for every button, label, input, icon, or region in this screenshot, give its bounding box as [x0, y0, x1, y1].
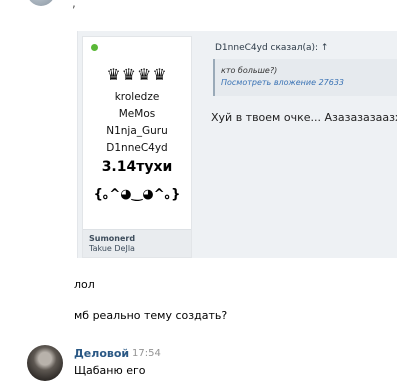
profile-name-line: N1nja_Guru [106, 125, 168, 137]
forum-profile-panel: ♛♛♛♛ kroledze MeMos N1nja_Guru D1nneC4yd… [82, 36, 192, 258]
author-avatar[interactable] [27, 345, 63, 381]
author-name-link[interactable]: Деловой [74, 347, 129, 360]
chat-message: Щабаню его [74, 364, 146, 377]
profile-footer: Sumonerd Takue DeJla [83, 229, 191, 257]
profile-name-line: kroledze [114, 91, 160, 103]
profile-kaomoji: {｡^◕‿◕^｡} [93, 187, 181, 202]
chat-message: мб реально тему создать? [74, 309, 228, 322]
profile-name-line: MeMos [118, 108, 156, 120]
post-body-text: Хуй в твоем очке... Азазазазаазх [211, 111, 397, 124]
profile-subtitle: Takue DeJla [89, 244, 135, 253]
previous-author-avatar[interactable] [27, 0, 55, 6]
chat-message: лол [74, 278, 95, 291]
forum-post-screenshot[interactable]: ♛♛♛♛ kroledze MeMos N1nja_Guru D1nneC4yd… [77, 31, 397, 258]
profile-name-line: D1nneC4yd [106, 142, 168, 154]
message-timestamp[interactable]: 17:54 [132, 348, 161, 359]
profile-title: 3.14тухи [101, 159, 173, 175]
previous-message-fragment: , [72, 0, 76, 10]
quote-block: кто больше?) Посмотреть вложение 27633 [213, 59, 397, 96]
quote-text: кто больше?) [221, 66, 278, 75]
crown-icons: ♛♛♛♛ [106, 65, 168, 84]
profile-nickname: Sumonerd [89, 234, 136, 243]
attachment-link[interactable]: Посмотреть вложение 27633 [221, 77, 397, 89]
online-status-icon [91, 44, 98, 51]
quote-header: D1nneC4yd сказал(а): ↑ [215, 43, 329, 53]
profile-names: kroledze MeMos N1nja_Guru D1nneC4yd [83, 89, 191, 157]
